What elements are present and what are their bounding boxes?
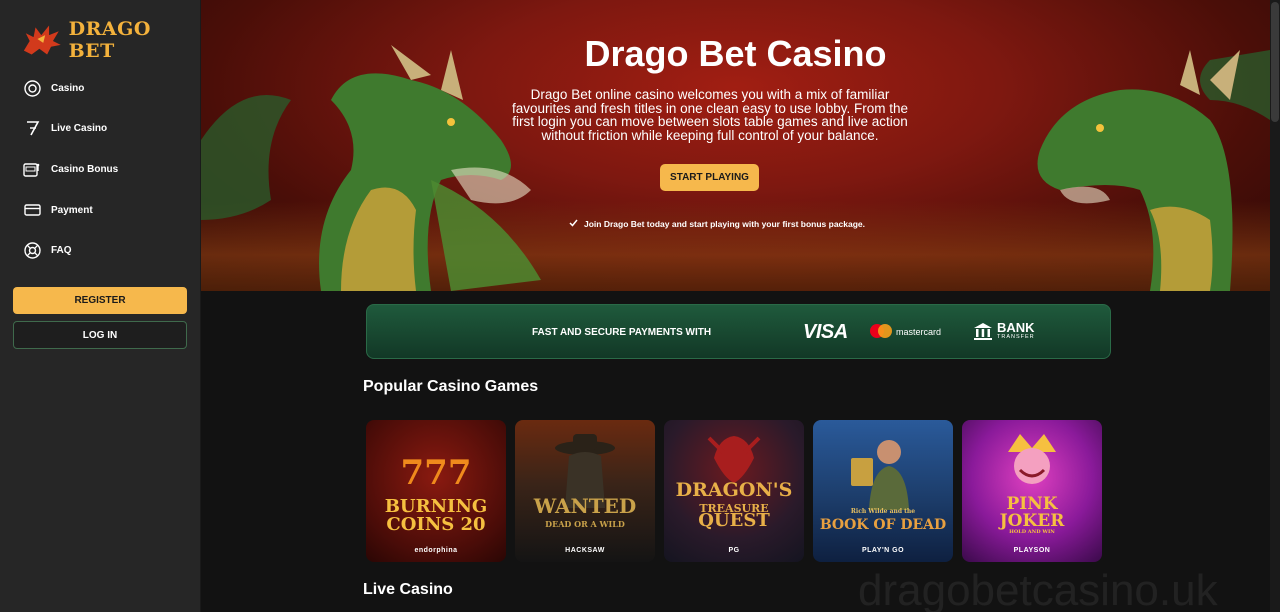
live-casino-heading: Live Casino [363,581,453,598]
dragon-logo-icon [23,25,61,55]
game-provider: PLAY'N GO [861,547,905,554]
popular-games-heading: Popular Casino Games [363,378,539,395]
register-button[interactable]: REGISTER [13,287,187,314]
transfer-text: TRANSFER [997,334,1035,340]
sidebar-item-faq[interactable]: FAQ [0,230,200,271]
adventurer-illustration [851,440,909,510]
sidebar-item-label: FAQ [51,245,72,257]
sidebar-item-live-casino[interactable]: Live Casino [0,109,200,150]
game-provider: HACKSAW [565,547,605,554]
watermark: dragobetcasino.uk [858,566,1218,612]
bank-transfer-logo: BANK TRANSFER [973,320,1035,341]
mastercard-circles-icon [870,324,892,339]
game-title-line: BOOK OF DEAD [819,517,947,533]
brand-logo[interactable]: DRAGO BET [20,18,200,62]
casino-chip-icon [23,79,41,97]
game-card-burning-coins[interactable]: 777 BURNING COINS 20 endorphina [366,420,506,562]
hero-note: Join Drago Bet today and start playing w… [569,219,865,229]
card-icon [23,201,41,219]
game-title-line: DEAD OR A WILD [545,519,625,529]
game-title-line: DRAGON'S [675,479,793,501]
game-title-line: BURNING [384,496,488,517]
game-provider: endorphina [414,547,458,554]
joker-face-illustration [1008,434,1056,484]
bank-text: BANK [997,320,1035,335]
start-playing-button[interactable]: START PLAYING [660,164,759,191]
game-provider: PLAYSON [1013,547,1051,554]
mastercard-text: mastercard [896,326,942,337]
lifebuoy-icon [23,242,41,260]
game-title-line: Rich Wilde and the [850,508,916,515]
green-dragon-illustration [1037,50,1270,291]
game-card-book-of-dead[interactable]: Rich Wilde and the BOOK OF DEAD PLAY'N G… [813,420,953,562]
mastercard-logo: mastercard [870,324,941,339]
checkmark-icon [569,219,578,229]
sidebar-item-casino[interactable]: Casino [0,68,200,109]
bank-icon [974,323,992,340]
sidebar: DRAGO BET Casino Live Casino Casino Bonu… [0,0,201,612]
sidebar-item-label: Payment [51,204,93,216]
slot-machine-icon [23,160,41,178]
sidebar-item-casino-bonus[interactable]: Casino Bonus [0,149,200,190]
sidebar-nav: Casino Live Casino Casino Bonus Payment … [0,68,200,271]
game-title-line: WANTED [533,494,637,518]
login-button[interactable]: LOG IN [13,321,187,349]
scrollbar-thumb[interactable] [1271,2,1279,122]
game-title-line: QUEST [698,510,770,531]
game-title-line: HOLD AND WIN [1009,529,1055,535]
seven-icon [23,120,41,138]
payments-banner: FAST AND SECURE PAYMENTS WITH VISA maste… [366,304,1111,359]
scrollbar[interactable] [1270,0,1280,612]
visa-logo: VISA [803,321,848,343]
game-card-dragons-treasure-quest[interactable]: DRAGON'S TREASURE QUEST PG [664,420,804,562]
hero-title: Drago Bet Casino [584,33,887,74]
sidebar-item-label: Casino [51,82,85,94]
sidebar-item-payment[interactable]: Payment [0,190,200,231]
hero-banner: Drago Bet Casino Drago Bet online casino… [201,0,1270,291]
game-card-pink-joker[interactable]: PINK JOKER HOLD AND WIN PLAYSON [962,420,1102,562]
sidebar-item-label: Live Casino [51,123,108,135]
popular-games-row: 777 BURNING COINS 20 endorphina WANTED D… [366,420,1102,562]
game-title-line: COINS 20 [386,514,486,535]
sidebar-item-label: Casino Bonus [51,163,119,175]
payments-label: FAST AND SECURE PAYMENTS WITH [532,327,712,338]
game-card-wanted[interactable]: WANTED DEAD OR A WILD HACKSAW [515,420,655,562]
game-provider: PG [728,547,740,554]
hero-note-text: Join Drago Bet today and start playing w… [584,219,866,229]
game-title-line: 777 [400,453,472,493]
brand-name: DRAGO BET [68,18,151,62]
hero-description: Drago Bet online casino welcomes you wit… [512,87,908,143]
